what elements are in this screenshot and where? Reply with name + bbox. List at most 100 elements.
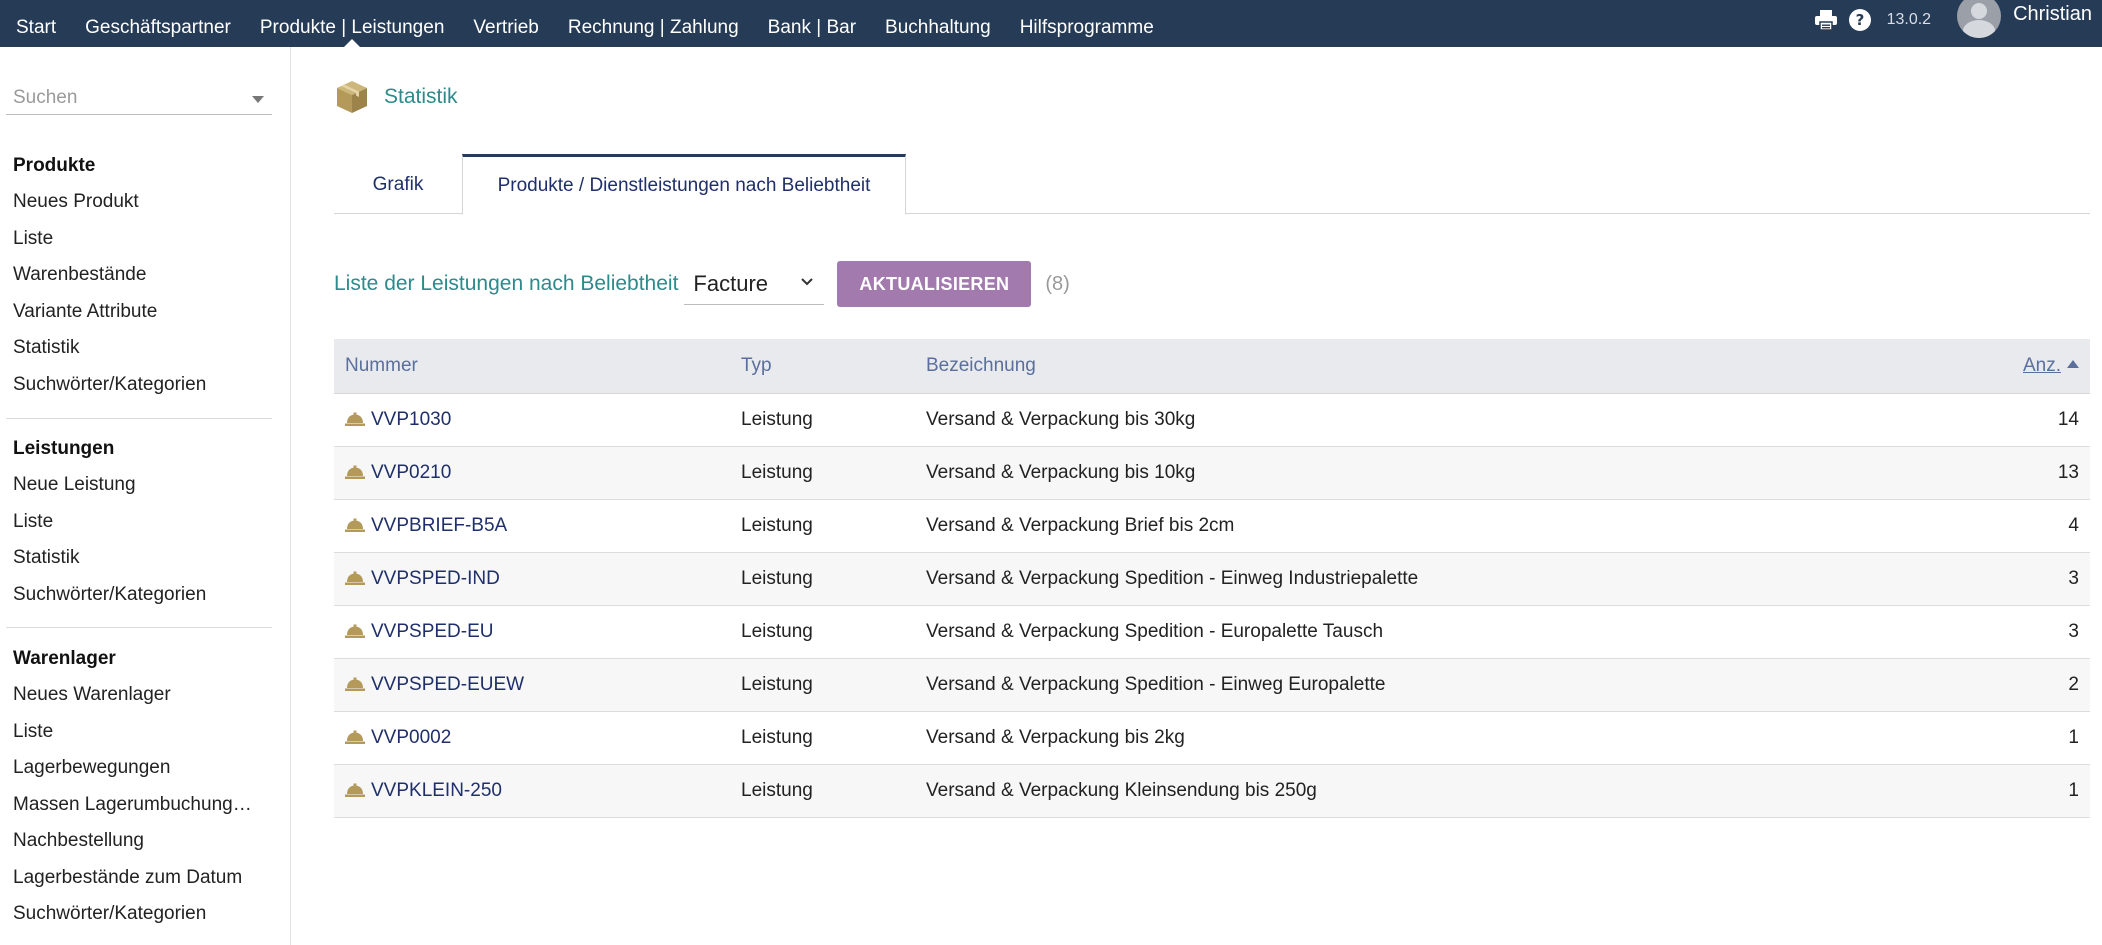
sidebar-item-warenlager-suchwoerter[interactable]: Suchwörter/Kategorien — [0, 896, 275, 933]
nav-label: Bank | Bar — [767, 17, 857, 38]
cell-bezeichnung: Versand & Verpackung Spedition - Einweg … — [915, 552, 1915, 606]
sort-link-anz[interactable]: Anz. — [2023, 355, 2061, 376]
table-row: VVPSPED-EU Leistung Versand & Verpackung… — [334, 605, 2090, 659]
cell-anz: 1 — [1915, 764, 2090, 818]
sidebar-search — [6, 83, 272, 115]
document-type-select[interactable]: Facture — [684, 263, 825, 305]
nav-label: Rechnung | Zahlung — [567, 17, 739, 38]
package-icon — [334, 79, 370, 115]
table-row: VVP0210 Leistung Versand & Verpackung bi… — [334, 446, 2090, 500]
section-header-leistungen: Leistungen — [13, 438, 115, 459]
cell-anz: 4 — [1915, 499, 2090, 553]
column-header-typ[interactable]: Typ — [730, 339, 915, 394]
top-navigation-bar: Start Geschäftspartner Produkte | Leistu… — [0, 0, 2102, 47]
product-number-link[interactable]: VVPSPED-EUEW — [371, 674, 524, 695]
chevron-down-icon[interactable] — [252, 96, 264, 103]
section-produkte: Produkte Neues Produkt Liste Warenbestän… — [0, 148, 291, 403]
popularity-table: Nummer Typ Bezeichnung Anz. VVP1030 Leis… — [334, 339, 2090, 818]
cell-anz: 2 — [1915, 658, 2090, 712]
nav-hilfsprogramme[interactable]: Hilfsprogramme — [1014, 17, 1160, 39]
user-name[interactable]: Christian — [2013, 3, 2092, 26]
cell-anz: 13 — [1915, 446, 2090, 500]
cell-nummer: VVP0002 — [334, 711, 730, 765]
section-header-warenlager: Warenlager — [13, 648, 116, 669]
section-warenlager: Warenlager Neues Warenlager Liste Lagerb… — [0, 641, 291, 933]
cell-typ: Leistung — [730, 393, 915, 447]
nav-produkte-leistungen[interactable]: Produkte | Leistungen — [254, 17, 451, 39]
product-number-link[interactable]: VVP1030 — [371, 409, 451, 430]
print-icon[interactable] — [1813, 7, 1839, 33]
sidebar-divider — [6, 418, 272, 419]
cell-anz: 14 — [1915, 393, 2090, 447]
list-title: Liste der Leistungen nach Beliebtheit — [334, 272, 679, 295]
column-header-nummer[interactable]: Nummer — [334, 339, 730, 394]
sidebar-item-warenlager-liste[interactable]: Liste — [0, 714, 275, 751]
refresh-button[interactable]: AKTUALISIEREN — [837, 261, 1032, 307]
tab-label: Produkte / Dienstleistungen nach Beliebt… — [497, 175, 871, 196]
service-bell-icon — [345, 518, 365, 532]
sidebar: Produkte Neues Produkt Liste Warenbestän… — [0, 47, 291, 945]
table-row: VVPSPED-IND Leistung Versand & Verpackun… — [334, 552, 2090, 606]
sidebar-item-lagerbestaende-datum[interactable]: Lagerbestände zum Datum — [0, 860, 275, 897]
section-leistungen: Leistungen Neue Leistung Liste Statistik… — [0, 431, 291, 613]
cell-typ: Leistung — [730, 446, 915, 500]
sidebar-item-produkte-suchwoerter[interactable]: Suchwörter/Kategorien — [0, 367, 275, 404]
sidebar-item-neues-produkt[interactable]: Neues Produkt — [0, 184, 275, 221]
nav-bank-bar[interactable]: Bank | Bar — [762, 17, 862, 39]
section-header-produkte: Produkte — [13, 155, 96, 176]
tab-grafik[interactable]: Grafik — [334, 154, 462, 215]
nav-buchhaltung[interactable]: Buchhaltung — [879, 17, 997, 39]
user-area: ? 13.0.2 Christian — [1813, 0, 2092, 40]
page-header: Statistik — [334, 79, 458, 115]
service-bell-icon — [345, 677, 365, 691]
product-number-link[interactable]: VVPSPED-EU — [371, 621, 493, 642]
product-number-link[interactable]: VVP0002 — [371, 727, 451, 748]
column-header-bezeichnung[interactable]: Bezeichnung — [915, 339, 1915, 394]
sidebar-item-variante-attribute[interactable]: Variante Attribute — [0, 294, 275, 331]
cell-bezeichnung: Versand & Verpackung bis 10kg — [915, 446, 1915, 500]
sidebar-item-lagerbewegungen[interactable]: Lagerbewegungen — [0, 750, 275, 787]
sort-ascending-icon — [2067, 359, 2079, 368]
nav-label: Buchhaltung — [885, 17, 991, 38]
cell-anz: 3 — [1915, 605, 2090, 659]
sidebar-item-neue-leistung[interactable]: Neue Leistung — [0, 467, 275, 504]
sidebar-item-nachbestellung[interactable]: Nachbestellung — [0, 823, 275, 860]
avatar[interactable] — [1957, 0, 2002, 38]
chevron-down-icon — [801, 278, 814, 286]
version-label: 13.0.2 — [1886, 11, 1932, 28]
sidebar-item-massen-lagerumbuchung[interactable]: Massen Lagerumbuchung… — [0, 787, 275, 824]
cell-nummer: VVPSPED-EU — [334, 605, 730, 659]
help-icon[interactable]: ? — [1847, 7, 1873, 33]
product-number-link[interactable]: VVPBRIEF-B5A — [371, 515, 507, 536]
search-input[interactable] — [6, 83, 246, 113]
sidebar-item-leistungen-statistik[interactable]: Statistik — [0, 540, 275, 577]
service-bell-icon — [345, 730, 365, 744]
product-number-link[interactable]: VVPSPED-IND — [371, 568, 500, 589]
sidebar-item-neues-warenlager[interactable]: Neues Warenlager — [0, 677, 275, 714]
table-row: VVPSPED-EUEW Leistung Versand & Verpacku… — [334, 658, 2090, 712]
cell-bezeichnung: Versand & Verpackung Kleinsendung bis 25… — [915, 764, 1915, 818]
table-row: VVPKLEIN-250 Leistung Versand & Verpacku… — [334, 764, 2090, 818]
page-title: Statistik — [384, 85, 458, 108]
service-bell-icon — [345, 465, 365, 479]
nav-vertrieb[interactable]: Vertrieb — [467, 17, 544, 39]
list-toolbar: Liste der Leistungen nach Beliebtheit Fa… — [334, 261, 1070, 307]
sidebar-item-produkte-liste[interactable]: Liste — [0, 221, 275, 258]
cell-anz: 1 — [1915, 711, 2090, 765]
product-number-link[interactable]: VVP0210 — [371, 462, 451, 483]
service-bell-icon — [345, 412, 365, 426]
sidebar-item-leistungen-suchwoerter[interactable]: Suchwörter/Kategorien — [0, 577, 275, 614]
column-header-anz[interactable]: Anz. — [1915, 339, 2090, 394]
nav-start[interactable]: Start — [10, 17, 62, 39]
service-bell-icon — [345, 571, 365, 585]
sidebar-item-warenbestaende[interactable]: Warenbestände — [0, 257, 275, 294]
sidebar-item-produkte-statistik[interactable]: Statistik — [0, 330, 275, 367]
product-number-link[interactable]: VVPKLEIN-250 — [371, 780, 502, 801]
nav-label: Vertrieb — [473, 17, 539, 38]
cell-anz: 3 — [1915, 552, 2090, 606]
nav-geschaeftspartner[interactable]: Geschäftspartner — [79, 17, 237, 39]
nav-rechnung-zahlung[interactable]: Rechnung | Zahlung — [562, 17, 745, 39]
sidebar-item-leistungen-liste[interactable]: Liste — [0, 504, 275, 541]
tab-beliebtheit[interactable]: Produkte / Dienstleistungen nach Beliebt… — [462, 154, 906, 215]
main-content: Statistik Grafik Produkte / Dienstleistu… — [334, 47, 2090, 945]
